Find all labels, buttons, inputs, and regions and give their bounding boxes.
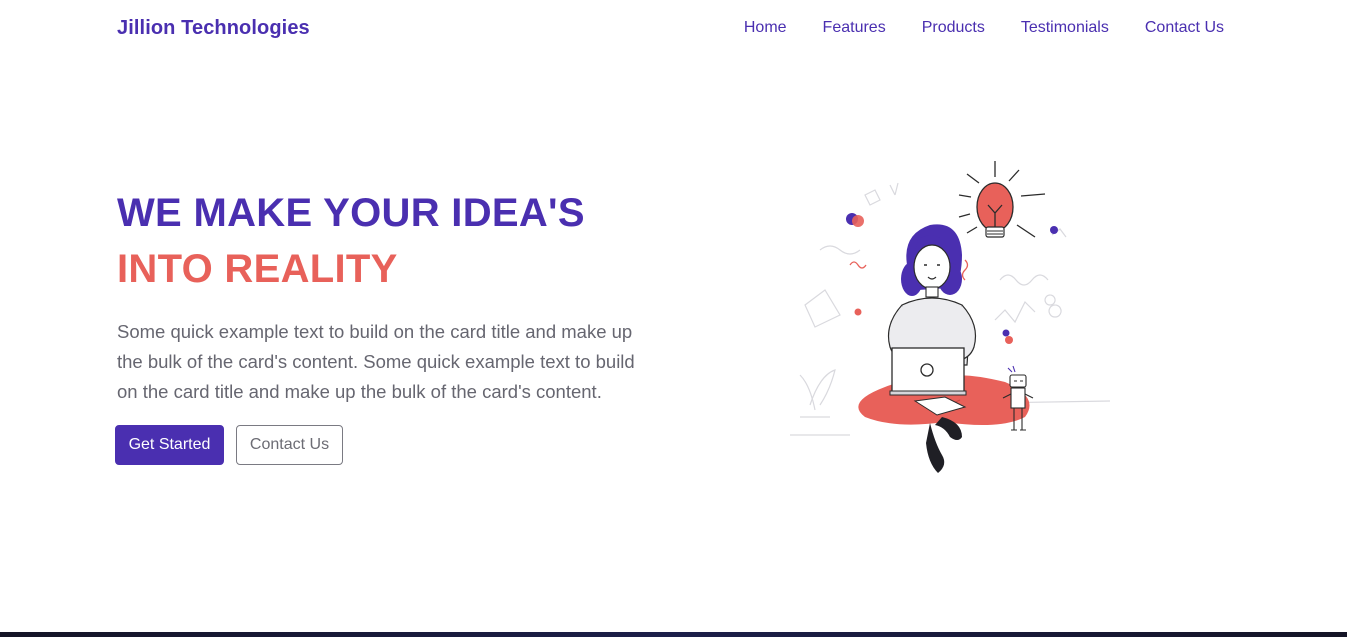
navbar: Jillion Technologies Home Features Produ…: [0, 0, 1347, 58]
headline-line-1: WE MAKE YOUR IDEA'S: [117, 191, 585, 235]
hero-section: WE MAKE YOUR IDEA'S INTO REALITY Some qu…: [117, 185, 677, 407]
nav-link-contact-us[interactable]: Contact Us: [1145, 19, 1224, 37]
hero-headline: WE MAKE YOUR IDEA'S INTO REALITY: [117, 185, 677, 297]
next-section-edge: [0, 632, 1347, 637]
brand-logo[interactable]: Jillion Technologies: [117, 17, 310, 40]
nav-link-products[interactable]: Products: [922, 19, 985, 37]
hero-buttons: Get Started Contact Us: [115, 425, 343, 465]
contact-us-button[interactable]: Contact Us: [236, 425, 343, 465]
nav-link-testimonials[interactable]: Testimonials: [1021, 19, 1109, 37]
headline-line-2: INTO REALITY: [117, 247, 398, 291]
nav-link-home[interactable]: Home: [744, 19, 787, 37]
nav-links: Home Features Products Testimonials Cont…: [744, 19, 1224, 37]
nav-link-features[interactable]: Features: [823, 19, 886, 37]
get-started-button[interactable]: Get Started: [115, 425, 224, 465]
person-with-laptop-illustration-icon: [790, 155, 1120, 480]
hero-lead-text: Some quick example text to build on the …: [117, 321, 635, 402]
